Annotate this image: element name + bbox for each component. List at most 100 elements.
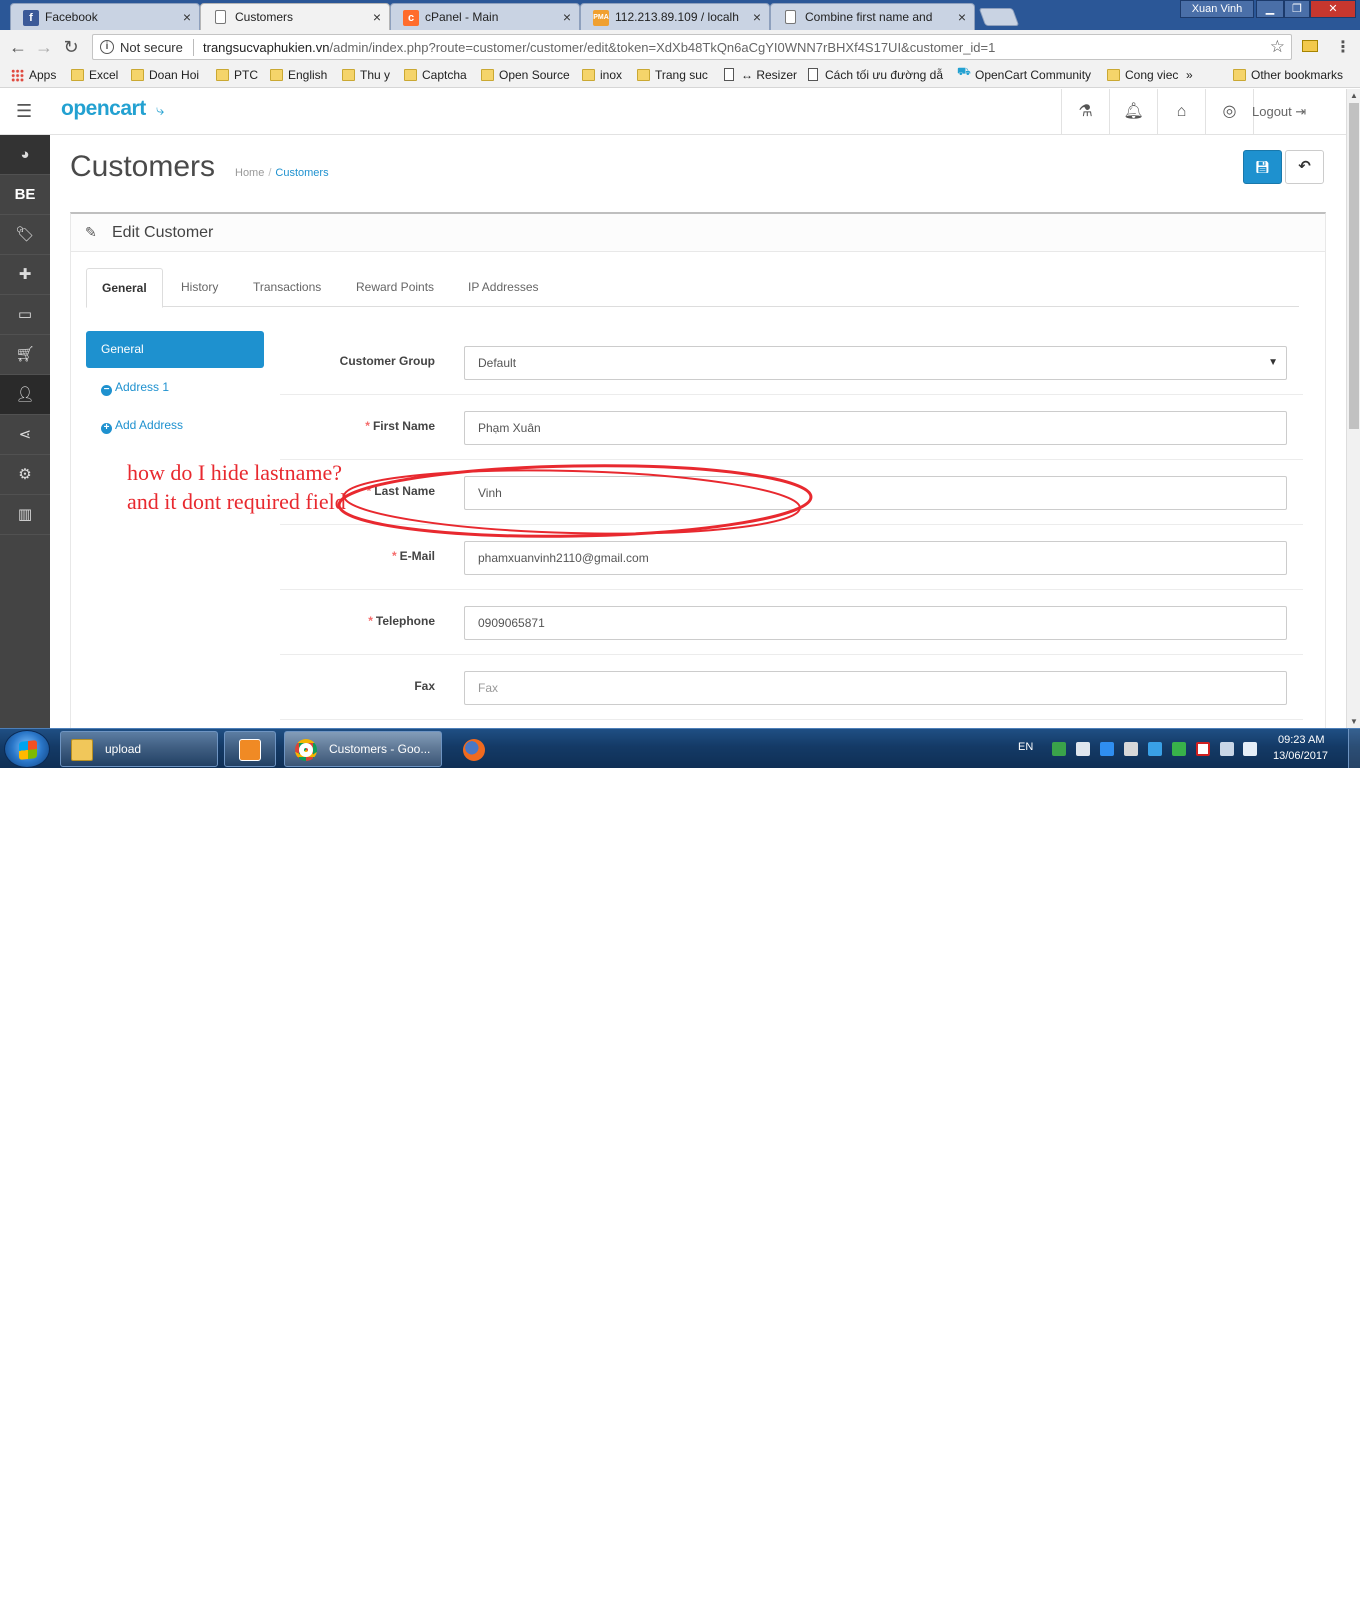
check-icon[interactable] [1172, 742, 1186, 756]
save-button[interactable]: 💾︎ [1243, 150, 1282, 184]
back-arrow-icon[interactable]: ← [7, 36, 29, 58]
minus-circle-icon[interactable]: − [101, 385, 112, 396]
scroll-thumb[interactable] [1349, 103, 1359, 429]
back-button[interactable]: ↶ [1285, 150, 1324, 184]
bookmark-resizer[interactable]: ↔ Resizer [723, 68, 797, 82]
tab-cpanel[interactable]: c cPanel - Main × [390, 3, 580, 30]
show-desktop-button[interactable] [1348, 729, 1360, 768]
help-icon[interactable]: ◎ [1205, 89, 1253, 135]
minimize-icon[interactable]: ▁ [1256, 0, 1284, 18]
customers-icon[interactable]: 👤︎ [0, 375, 50, 415]
tab-combine[interactable]: Combine first name and × [770, 3, 975, 30]
add-address-link[interactable]: + Add Address [101, 418, 183, 434]
bookmark-other[interactable]: Other bookmarks [1233, 68, 1343, 82]
customer-group-select[interactable]: Default ▼ [464, 346, 1287, 380]
bookmark-ptc[interactable]: PTC [216, 68, 258, 82]
tab-phpmyadmin[interactable]: PMA 112.213.89.109 / localho × [580, 3, 770, 30]
vertical-tab-general[interactable]: General [86, 331, 264, 368]
design-icon[interactable]: ▭ [0, 295, 50, 335]
antivirus-icon[interactable] [1196, 742, 1210, 756]
tab-customers[interactable]: Customers × [200, 3, 390, 30]
email-input[interactable] [464, 541, 1287, 575]
close-icon[interactable]: × [958, 9, 966, 25]
bell-icon[interactable]: 🔔︎ [1109, 89, 1157, 135]
taskbar-chrome[interactable]: Customers - Goo... [284, 731, 442, 767]
firstname-input[interactable] [464, 411, 1287, 445]
action-center-icon[interactable] [1220, 742, 1234, 756]
tray-app-icon[interactable] [1076, 742, 1090, 756]
bookmark-excel[interactable]: Excel [71, 68, 118, 82]
tools-icon[interactable] [1124, 742, 1138, 756]
store-label[interactable]: BE [0, 175, 50, 215]
tab-ip-addresses[interactable]: IP Addresses [453, 268, 554, 307]
scroll-down-icon[interactable]: ▼ [1350, 717, 1358, 726]
tab-facebook[interactable]: f Facebook × [10, 3, 200, 30]
bookmark-thu-y[interactable]: Thu y [342, 68, 390, 82]
tab-reward-points[interactable]: Reward Points [341, 268, 449, 307]
breadcrumb-customers[interactable]: Customers [275, 167, 328, 179]
url-text[interactable]: trangsucvaphukien.vn/admin/index.php?rou… [203, 40, 995, 55]
info-icon[interactable]: i [100, 40, 114, 54]
telephone-input[interactable] [464, 606, 1287, 640]
reports-icon[interactable]: ▥ [0, 495, 50, 535]
forward-arrow-icon[interactable]: → [33, 36, 55, 58]
sales-icon[interactable]: 🛒︎ [0, 335, 50, 375]
close-icon[interactable]: × [753, 9, 761, 25]
dashboard-icon[interactable]: ◕ [0, 135, 50, 175]
clock-date[interactable]: 13/06/2017 [1273, 750, 1328, 762]
reload-icon[interactable]: ↻ [60, 36, 82, 58]
flask-icon[interactable]: ⚗ [1061, 89, 1109, 135]
google-drive-icon[interactable] [1100, 742, 1114, 756]
home-icon[interactable]: ⌂ [1157, 89, 1205, 135]
start-button[interactable] [4, 730, 50, 768]
menu-toggle-icon[interactable]: ☰ [16, 102, 34, 120]
kebab-menu-icon[interactable]: ⋮ [1335, 37, 1351, 57]
taskbar-upload[interactable]: upload [60, 731, 218, 767]
bookmark-inox[interactable]: inox [582, 68, 622, 82]
restore-icon[interactable]: ❐ [1284, 0, 1310, 18]
bookmark-cong-viec[interactable]: Cong viec [1107, 68, 1178, 82]
taskbar-media-player[interactable] [224, 731, 276, 767]
close-icon[interactable]: × [563, 9, 571, 25]
network-icon[interactable] [1052, 742, 1066, 756]
security-label[interactable]: Not secure [120, 40, 183, 55]
bookmarks-overflow-button[interactable]: » [1186, 68, 1193, 82]
marketing-icon[interactable]: ⋖ [0, 415, 50, 455]
bookmark-opencart-community[interactable]: ⛟ OpenCart Community [957, 66, 1091, 82]
opencart-logo[interactable]: opencart [61, 97, 146, 121]
bookmark-apps[interactable]: Apps [11, 68, 56, 82]
scroll-up-icon[interactable]: ▲ [1350, 91, 1358, 100]
window-close-icon[interactable]: ✕ [1310, 0, 1356, 18]
logout-link[interactable]: Logout ⇥ [1252, 89, 1306, 135]
catalog-icon[interactable]: 🏷︎ [0, 215, 50, 255]
new-tab-button[interactable] [978, 8, 1020, 26]
fax-input[interactable] [464, 671, 1287, 705]
close-icon[interactable]: × [373, 9, 381, 25]
profile-button[interactable]: Xuan Vinh [1180, 0, 1254, 18]
address-1-link[interactable]: − Address 1 [101, 380, 169, 396]
bookmark-english[interactable]: English [270, 68, 327, 82]
star-icon[interactable]: ☆ [1270, 37, 1285, 57]
tab-transactions[interactable]: Transactions [238, 268, 336, 307]
bookmark-cach-toi-uu[interactable]: Cách tối ưu đường dẫ [807, 68, 943, 82]
extensions-icon[interactable]: ✚ [0, 255, 50, 295]
tab-general[interactable]: General [86, 268, 163, 308]
breadcrumb-home[interactable]: Home [235, 167, 264, 179]
volume-icon[interactable] [1243, 742, 1257, 756]
bookmark-captcha[interactable]: Captcha [404, 68, 467, 82]
address-bar[interactable]: i Not secure trangsucvaphukien.vn/admin/… [92, 34, 1292, 60]
bookmark-open-source[interactable]: Open Source [481, 68, 570, 82]
browser-tab-strip: f Facebook × Customers × c cPanel - Main… [0, 0, 1360, 30]
page-scrollbar[interactable]: ▲ ▼ [1346, 89, 1360, 728]
bookmark-doan-hoi[interactable]: Doan Hoi [131, 68, 199, 82]
system-icon[interactable]: ⚙ [0, 455, 50, 495]
extension-icon[interactable] [1302, 40, 1318, 52]
language-indicator[interactable]: EN [1018, 741, 1033, 753]
bookmark-trang-suc[interactable]: Trang suc [637, 68, 708, 82]
clock-time[interactable]: 09:23 AM [1278, 734, 1324, 746]
tab-history[interactable]: History [166, 268, 233, 307]
taskbar-firefox[interactable] [448, 731, 500, 767]
lastname-input[interactable] [464, 476, 1287, 510]
unikey-icon[interactable] [1148, 742, 1162, 756]
close-icon[interactable]: × [183, 9, 191, 25]
